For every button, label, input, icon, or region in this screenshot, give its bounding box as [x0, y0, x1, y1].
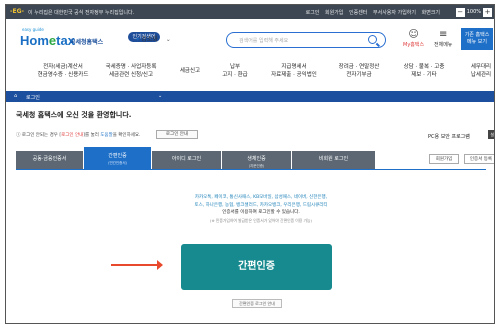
my-hometax-button[interactable]: ☺ My홈택스: [403, 29, 424, 48]
utility-links: 로그인 회원가입 인증센터 부서사용자 가입하기 화면크기: [302, 9, 440, 16]
zoom-value: 100%: [466, 9, 481, 15]
logo-korean: 국세청홈택스: [70, 39, 104, 46]
all-menu-button[interactable]: ≡ 전체메뉴: [434, 29, 452, 48]
nav-item-tax-report[interactable]: 세금신고: [170, 63, 210, 75]
link-dept-signup[interactable]: 부서사용자 가입하기: [373, 10, 416, 16]
login-guide-button[interactable]: 로그인 안내: [156, 130, 198, 139]
region-select[interactable]: ⌖ 강소화 ⌄: [136, 34, 171, 44]
main-nav: 전자(세금)계산서 현금영수증 · 신용카드 국세증명 · 사업자등록 세금관련 신…: [6, 63, 494, 87]
link-screen-size: 화면크기: [421, 10, 440, 16]
region-label: 강소화: [141, 36, 158, 43]
chevron-down-icon[interactable]: ⌄: [158, 93, 162, 99]
classic-menu-button[interactable]: 기존 홈택스 메뉴 보기: [461, 28, 493, 50]
logo-tagline: easy guide: [22, 27, 44, 32]
tab-biometric[interactable]: 생체인증 (지문인증): [222, 151, 292, 169]
tab-easy-auth[interactable]: 간편인증 (민간인증서): [84, 147, 152, 169]
login-guide-link[interactable]: 로그인 안내: [61, 133, 83, 138]
zoom-control: − 100% +: [455, 7, 492, 17]
pc-security-install-button[interactable]: 설치: [488, 130, 494, 139]
zoom-in-button[interactable]: +: [483, 7, 492, 17]
tabs-divider: [16, 169, 486, 170]
egov-badge: -EG-: [10, 8, 25, 15]
hometax-logo[interactable]: easy guide Hometax 국세청홈택스: [16, 27, 106, 49]
arrow-right-icon: [111, 260, 163, 270]
zoom-out-button[interactable]: −: [455, 7, 465, 17]
easy-auth-button[interactable]: 간편인증: [181, 244, 332, 290]
user-icon: ☺: [408, 29, 419, 40]
link-login[interactable]: 로그인: [306, 10, 320, 16]
search-input[interactable]: 검색어를 입력해 주세요: [226, 32, 386, 48]
top-utility-bar: -EG- 이 누리집은 대한민국 공식 전자정부 누리집입니다. 로그인 회원가…: [6, 5, 494, 19]
location-pin-icon: ⌖: [136, 36, 140, 43]
cert-register-button[interactable]: 인증서 등록: [464, 154, 494, 164]
page-title: 국세청 홈택스에 오신 것을 환영합니다.: [16, 111, 132, 119]
login-method-tabs: 공동·금융인증서 간편인증 (민간인증서) 아이디 로그인 생체인증 (지문인증…: [16, 147, 376, 169]
link-signup[interactable]: 회원가입: [325, 10, 343, 16]
nav-item-certificate[interactable]: 국세증명 · 사업자등록 세금관련 신청/신고: [98, 63, 164, 79]
chevron-down-icon: ⌄: [165, 36, 171, 43]
breadcrumb-login: 로그인: [26, 95, 40, 101]
providers-line-3: 인증서를 이용하여 로그인할 수 있습니다.: [222, 210, 300, 215]
tab-joint-certificate[interactable]: 공동·금융인증서: [16, 151, 84, 169]
nav-item-etax[interactable]: 전자(세금)계산서 현금영수증 · 신용카드: [28, 63, 98, 79]
nav-item-tax-agent[interactable]: 세무대리 납세관리: [458, 63, 494, 79]
signup-button[interactable]: 회원가입: [429, 154, 459, 164]
help-link[interactable]: 도움말: [100, 133, 112, 138]
search-placeholder: 검색어를 입력해 주세요: [239, 38, 289, 44]
search-icon[interactable]: [368, 35, 377, 44]
nav-item-consult[interactable]: 상담 · 불복 · 고충 제보 · 기타: [396, 63, 452, 79]
breadcrumb-bar: ⌂ 로그인 ⌄: [6, 91, 494, 102]
link-cert-center[interactable]: 인증센터: [349, 10, 367, 16]
tab-guest-login[interactable]: 비회원 로그인: [292, 151, 376, 169]
logo-wordmark: Hometax: [20, 33, 75, 48]
login-help-notice: ⓘ 로그인 안되는 경우 [로그인 안내]를 눌러 도움말을 확인하세요.: [16, 133, 141, 138]
browser-frame: -EG- 이 누리집은 대한민국 공식 전자정부 누리집입니다. 로그인 회원가…: [5, 4, 495, 324]
providers-line-1: 카카오톡, 페이코, 통신사패스, KB모바일, 삼성패스, 네이버, 신한은행…: [194, 195, 328, 200]
hamburger-icon: ≡: [439, 29, 448, 40]
pc-security-label: PC용 보안 프로그램: [428, 134, 470, 140]
tab-id-login[interactable]: 아이디 로그인: [152, 151, 222, 169]
site-header: easy guide Hometax 국세청홈택스 인기검색어 ⌖ 강소화 ⌄ …: [6, 19, 494, 55]
nav-item-payment-statement[interactable]: 지급명세서 자료제출 · 공익법인: [262, 63, 326, 79]
providers-hint: (※ 민증가입하여 발급받은 인증서가 있어야 간편인증 이용 가능): [210, 217, 312, 223]
providers-line-2: 토스, 하나은행, 농협, 뱅크샐러드, 카카오뱅크, 우리은행, 드림시큐리티: [194, 202, 328, 208]
nav-item-payment[interactable]: 납부 고지 · 환급: [212, 63, 258, 79]
easy-auth-guide-button[interactable]: 간편인증 로그인 안내: [232, 299, 282, 308]
home-icon[interactable]: ⌂: [14, 93, 17, 99]
supported-providers: 카카오톡, 페이코, 통신사패스, KB모바일, 삼성패스, 네이버, 신한은행…: [136, 194, 386, 224]
nav-item-incentive[interactable]: 장려금 · 연말정산 전자기부금: [330, 63, 388, 79]
gov-notice[interactable]: 이 누리집은 대한민국 공식 전자정부 누리집입니다.: [28, 9, 134, 16]
